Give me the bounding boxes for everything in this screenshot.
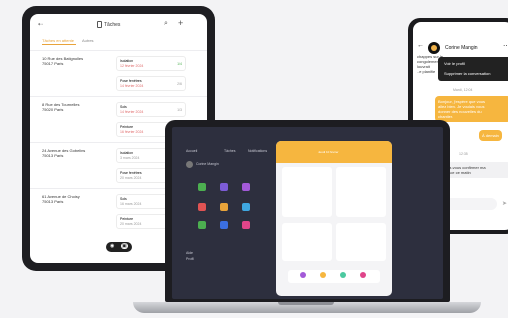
message-date: Mardi, 12:04 <box>453 88 473 92</box>
app-grid <box>198 183 268 243</box>
panel-header: Jeudi 10 février <box>276 141 392 163</box>
nav-tasks[interactable]: Tâches <box>224 149 235 153</box>
task-card[interactable]: Isolation 12 février 2024 1/4 <box>116 56 186 71</box>
bottom-link-help[interactable]: Aide <box>186 251 193 255</box>
profile-icon[interactable] <box>242 221 250 229</box>
tab-pending[interactable]: Tâches en attente <box>42 38 74 43</box>
calendar-icon[interactable]: ▣ <box>121 243 128 249</box>
menu-item-view-profile[interactable]: Voir le profil <box>444 61 465 66</box>
divider <box>30 96 207 97</box>
dock-icon[interactable] <box>340 272 346 278</box>
sites-icon[interactable] <box>198 203 206 211</box>
tab-others[interactable]: Autres <box>82 38 94 43</box>
message-outgoing: À demain <box>479 130 502 141</box>
dock-icon[interactable] <box>320 272 326 278</box>
task-progress: 1/3 <box>177 108 182 112</box>
task-date: 14 février 2024 <box>120 109 144 114</box>
site-address: 61 Avenue de Choisy 75013 Paris <box>42 194 80 204</box>
add-icon[interactable]: + <box>178 18 183 28</box>
laptop-notch <box>278 302 334 305</box>
back-arrow-icon[interactable]: ← <box>417 42 424 49</box>
message-time: 12:35 <box>459 152 468 156</box>
menu-item-delete-conversation[interactable]: Supprimer la conversation <box>444 71 490 76</box>
task-card[interactable]: Pose fenêtres 14 février 2024 2/6 <box>116 76 186 91</box>
help-icon[interactable] <box>220 221 228 229</box>
site-address: 8 Rue des Tournelles 75020 Paris <box>42 102 80 112</box>
user-name: Corine Mangin <box>196 162 219 166</box>
clients-icon[interactable] <box>220 183 228 191</box>
dock-icon[interactable] <box>360 272 366 278</box>
task-card[interactable]: Sols 14 février 2024 1/3 <box>116 102 186 117</box>
divider <box>30 50 207 51</box>
agenda-icon[interactable] <box>198 183 206 191</box>
teams-icon[interactable] <box>242 203 250 211</box>
bottom-dock <box>288 270 380 283</box>
avatar <box>428 42 440 54</box>
site-address: 24 Avenue des Gobelins 75013 Paris <box>42 148 86 158</box>
stock-icon[interactable] <box>198 221 206 229</box>
location-icon[interactable]: ◉ <box>110 243 114 249</box>
avatar <box>186 161 193 168</box>
context-menu: Voir le profil Supprimer la conversation <box>438 57 508 81</box>
quotes-icon[interactable] <box>242 183 250 191</box>
invoices-icon[interactable] <box>220 203 228 211</box>
message-card[interactable] <box>336 223 386 261</box>
nav-notifications[interactable]: Notifications <box>248 149 267 153</box>
site-address: 10 Rue des Batignolles 75017 Paris <box>42 56 84 66</box>
schedule-card[interactable] <box>282 223 332 261</box>
bottom-link-profile[interactable]: Profil <box>186 257 194 261</box>
contact-name: Corine Mangin <box>445 45 478 51</box>
task-date: 14 février 2024 <box>120 83 144 88</box>
task-date: 12 février 2024 <box>120 63 144 68</box>
task-progress: 2/6 <box>177 82 182 86</box>
floating-toggle[interactable]: ◉ ▣ <box>106 242 132 252</box>
schedule-card[interactable] <box>336 167 386 217</box>
panel-title: Jeudi 10 février <box>318 150 339 154</box>
search-icon[interactable]: ⌕ <box>164 20 168 28</box>
schedule-card[interactable] <box>282 167 332 217</box>
more-icon[interactable]: ⋯ <box>503 42 508 50</box>
send-icon[interactable]: ➤ <box>502 200 507 207</box>
message-outgoing: Bonjour, j'espère que vous allez bien. J… <box>435 96 508 122</box>
nav-home[interactable]: Accueil <box>186 149 197 153</box>
back-icon[interactable]: ⇠ <box>38 21 43 28</box>
laptop-screen: Accueil Tâches Notifications Corine Mang… <box>172 127 443 299</box>
dock-icon[interactable] <box>300 272 306 278</box>
page-title: Tâches <box>104 22 121 28</box>
mobile-preview-panel: Jeudi 10 février <box>276 141 392 296</box>
document-icon <box>97 21 102 28</box>
tab-underline <box>42 44 76 45</box>
task-progress: 1/4 <box>177 62 182 66</box>
